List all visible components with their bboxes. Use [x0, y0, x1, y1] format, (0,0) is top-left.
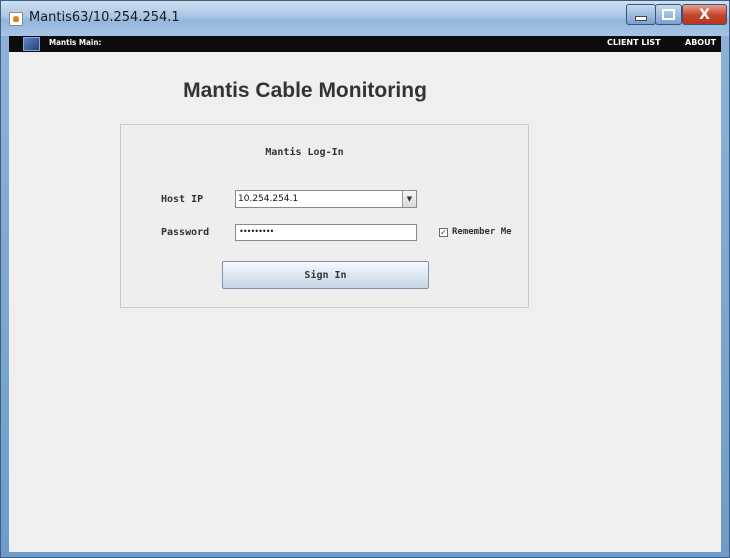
- sign-in-button[interactable]: Sign In: [222, 261, 429, 289]
- host-ip-label: Host IP: [161, 194, 204, 205]
- minimize-button[interactable]: [626, 4, 656, 25]
- app-window: Mantis63/10.254.254.1 X Mantis Main: CLI…: [0, 0, 730, 558]
- title-bar[interactable]: Mantis63/10.254.254.1 X: [1, 1, 729, 36]
- host-ip-value[interactable]: 10.254.254.1: [238, 194, 298, 204]
- remember-me-label[interactable]: Remember Me: [452, 227, 512, 237]
- menu-item-about[interactable]: ABOUT: [685, 38, 716, 47]
- close-button[interactable]: X: [682, 4, 727, 25]
- password-value[interactable]: •••••••••: [239, 227, 274, 236]
- menu-item-client-list[interactable]: CLIENT LIST: [607, 38, 661, 47]
- window-title: Mantis63/10.254.254.1: [29, 10, 180, 25]
- login-panel: Mantis Log-In Host IP 10.254.254.1 ▼ Pas…: [120, 124, 529, 308]
- page-title: Mantis Cable Monitoring: [183, 79, 427, 102]
- password-field[interactable]: •••••••••: [235, 224, 417, 241]
- remember-me-checkbox[interactable]: ✓: [439, 228, 448, 237]
- password-label: Password: [161, 227, 210, 238]
- main-content: Mantis Cable Monitoring Mantis Log-In Ho…: [9, 52, 721, 552]
- login-title: Mantis Log-In: [265, 147, 344, 158]
- mantis-logo-icon: [23, 37, 40, 51]
- chevron-down-icon[interactable]: ▼: [402, 191, 416, 207]
- window-frame-bottom: [9, 552, 721, 557]
- menu-bar: Mantis Main: CLIENT LIST ABOUT: [9, 36, 721, 52]
- maximize-button[interactable]: [655, 4, 682, 25]
- java-cup-icon[interactable]: [9, 12, 23, 26]
- menu-app-name: Mantis Main:: [49, 38, 102, 47]
- host-ip-combobox[interactable]: 10.254.254.1 ▼: [235, 190, 417, 208]
